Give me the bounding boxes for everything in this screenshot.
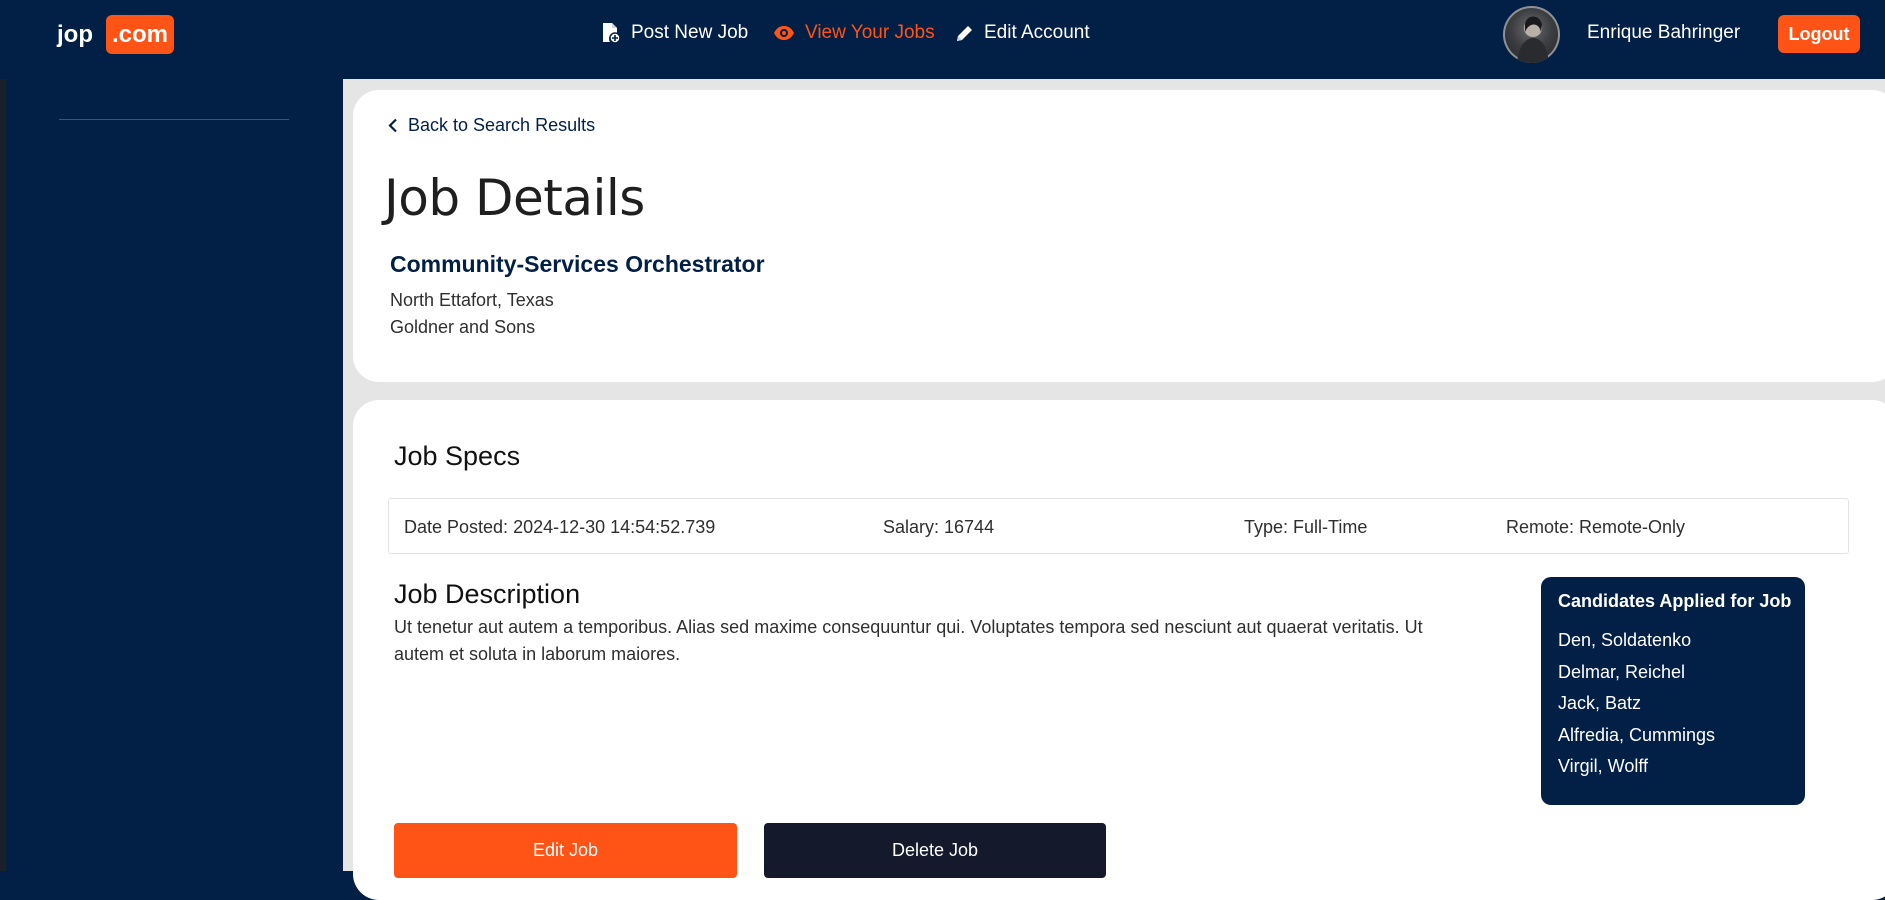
candidate-item[interactable]: Virgil, Wolff xyxy=(1558,751,1715,783)
spec-remote: Remote: Remote-Only xyxy=(1506,517,1686,537)
avatar-portrait xyxy=(1517,16,1549,63)
spec-date-posted: Date Posted: 2024-12-30 14:54:52.739 xyxy=(404,517,716,537)
job-company: Goldner and Sons xyxy=(390,317,536,337)
page-title: Job Details xyxy=(384,169,645,227)
nav-edit-account-label: Edit Account xyxy=(984,22,1090,43)
sidebar-divider xyxy=(59,119,289,120)
eye-icon xyxy=(774,26,794,40)
logout-button[interactable]: Logout xyxy=(1778,15,1860,53)
candidates-heading: Candidates Applied for Job xyxy=(1558,591,1792,611)
window-edge xyxy=(0,0,6,871)
spec-type: Type: Full-Time xyxy=(1244,517,1368,537)
candidate-item[interactable]: Delmar, Reichel xyxy=(1558,657,1715,689)
chevron-left-icon xyxy=(388,118,397,133)
user-name: Enrique Bahringer xyxy=(1587,22,1741,43)
job-description-heading: Job Description xyxy=(394,579,581,609)
candidates-list: Den, Soldatenko Delmar, Reichel Jack, Ba… xyxy=(1558,625,1715,783)
job-location: North Ettafort, Texas xyxy=(390,290,554,310)
job-description-text: Ut tenetur aut autem a temporibus. Alias… xyxy=(394,617,1423,664)
brand-badge: .com xyxy=(106,15,175,54)
back-to-search-label: Back to Search Results xyxy=(408,115,596,135)
nav-view-your-jobs[interactable]: View Your Jobs xyxy=(773,22,935,44)
brand-text: jop xyxy=(57,20,93,48)
job-specs-heading: Job Specs xyxy=(394,441,521,471)
candidate-item[interactable]: Jack, Batz xyxy=(1558,688,1715,720)
nav-edit-account[interactable]: Edit Account xyxy=(955,22,1090,44)
back-to-search-link[interactable]: Back to Search Results xyxy=(388,115,595,136)
nav-post-new-job-label: Post New Job xyxy=(631,22,749,43)
pencil-icon xyxy=(957,25,972,41)
file-plus-icon xyxy=(603,23,621,44)
candidate-item[interactable]: Den, Soldatenko xyxy=(1558,625,1715,657)
top-navbar: jop .com Post New Job View Your Jobs Edi… xyxy=(0,0,1885,79)
delete-job-button[interactable]: Delete Job xyxy=(764,823,1106,878)
edit-job-button[interactable]: Edit Job xyxy=(394,823,737,878)
spec-salary: Salary: 16744 xyxy=(883,517,995,537)
job-title: Community-Services Orchestrator xyxy=(390,251,765,277)
job-specs-row: Date Posted: 2024-12-30 14:54:52.739 Sal… xyxy=(388,498,1849,554)
nav-post-new-job[interactable]: Post New Job xyxy=(601,22,748,44)
candidates-panel: Candidates Applied for Job Den, Soldaten… xyxy=(1541,577,1805,805)
brand-logo[interactable]: jop .com xyxy=(57,15,175,54)
nav-view-your-jobs-label: View Your Jobs xyxy=(805,22,935,43)
avatar[interactable] xyxy=(1503,6,1560,63)
candidate-item[interactable]: Alfredia, Cummings xyxy=(1558,720,1715,752)
